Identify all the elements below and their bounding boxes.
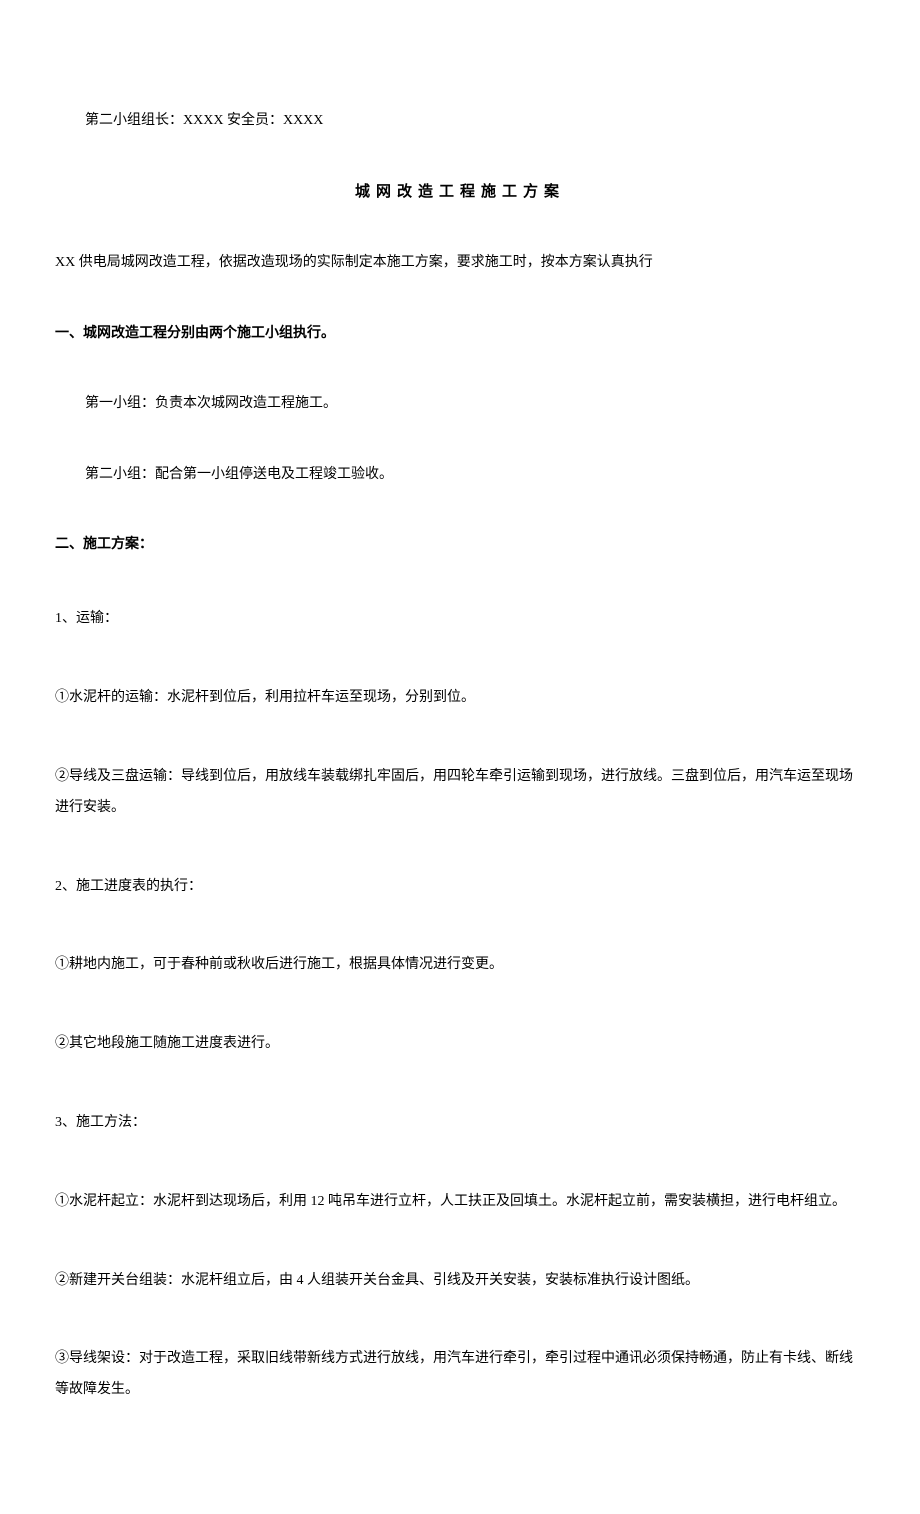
section-2-sub3-p3: ③导线架设：对于改造工程，采取旧线带新线方式进行放线，用汽车进行牵引，牵引过程中… — [55, 1344, 865, 1406]
intro-paragraph: XX 供电局城网改造工程，依据改造现场的实际制定本施工方案，要求施工时，按本方案… — [55, 252, 865, 274]
section-2-sub2-p1: ①耕地内施工，可于春种前或秋收后进行施工，根据具体情况进行变更。 — [55, 950, 865, 981]
section-1-item-2: 第二小组：配合第一小组停送电及工程竣工验收。 — [55, 464, 865, 486]
safety-officer-value: XXXX — [283, 113, 323, 128]
section-2-sub1-p2: ②导线及三盘运输：导线到位后，用放线车装载绑扎牢固后，用四轮车牵引运输到现场，进… — [55, 762, 865, 824]
section-2-heading: 二、施工方案： — [55, 534, 865, 556]
header-line: 第二小组组长：XXXX 安全员：XXXX — [55, 110, 865, 132]
section-1-heading: 一、城网改造工程分别由两个施工小组执行。 — [55, 323, 865, 345]
section-2-sub2-p2: ②其它地段施工随施工进度表进行。 — [55, 1029, 865, 1060]
section-2-sub3-heading: 3、施工方法： — [55, 1108, 865, 1139]
section-2-sub1-p1: ①水泥杆的运输：水泥杆到位后，利用拉杆车运至现场，分别到位。 — [55, 683, 865, 714]
section-2-sub2-heading: 2、施工进度表的执行： — [55, 872, 865, 903]
document-title: 城网改造工程施工方案 — [55, 180, 865, 204]
section-1-item-1: 第一小组：负责本次城网改造工程施工。 — [55, 393, 865, 415]
section-2-sub3-p1: ①水泥杆起立：水泥杆到达现场后，利用 12 吨吊车进行立杆，人工扶正及回填土。水… — [55, 1187, 865, 1218]
section-2-sub1-heading: 1、运输： — [55, 604, 865, 635]
group-leader-value: XXXX — [183, 113, 223, 128]
safety-officer-label: 安全员： — [223, 113, 283, 128]
group-leader-label: 第二小组组长： — [85, 113, 183, 128]
section-2-sub3-p2: ②新建开关台组装：水泥杆组立后，由 4 人组装开关台金具、引线及开关安装，安装标… — [55, 1266, 865, 1297]
